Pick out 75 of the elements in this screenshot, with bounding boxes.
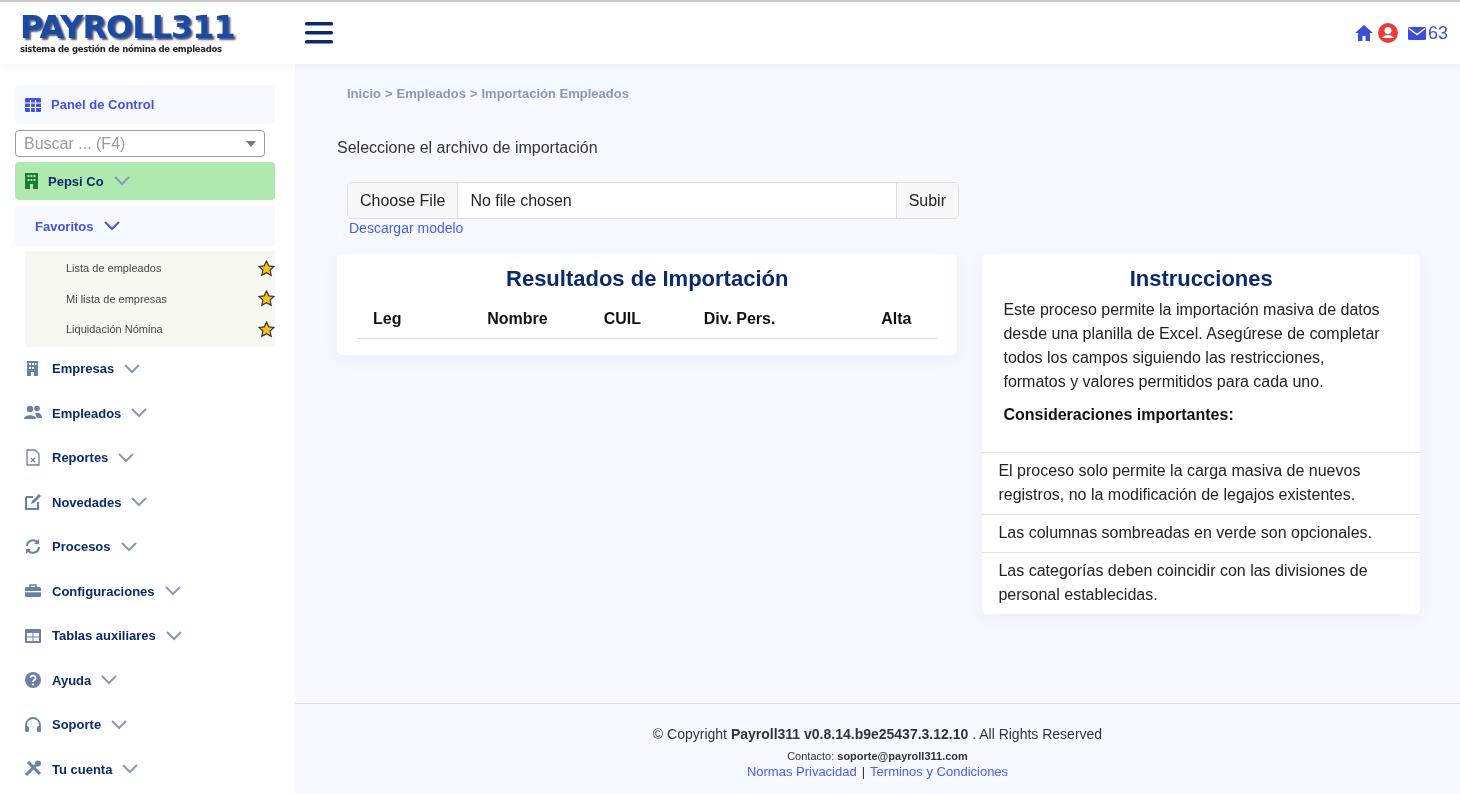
choose-file-button[interactable]: Choose File [348,183,459,218]
search-dropdown[interactable]: Buscar ... (F4) [15,130,265,157]
chevron-down-icon [118,452,135,463]
menu-item[interactable]: Tu cuenta [15,747,275,792]
chevron-down-icon [101,675,118,686]
copyright-text: © Copyright Payroll311 v0.8.14.b9e25437.3.12.10 . All Rights Reserved [652,726,1103,742]
help-icon [24,671,42,690]
spreadsheet-file-icon [24,448,42,467]
chevron-down-icon [131,408,148,419]
considerations-heading: Consideraciones importantes: [1002,406,1235,424]
contact-text: Contacto: soporte@payroll311.com [787,750,968,762]
chevron-down-icon [120,541,137,552]
chevron-down-icon [165,630,182,641]
link-separator: | [861,764,866,779]
tools-icon [24,760,42,779]
building-icon [25,173,38,189]
import-label: Seleccione el archivo de importación [337,139,599,157]
menu-item[interactable]: Novedades [15,480,275,525]
chevron-down-icon [124,363,141,374]
chevron-down-icon [103,221,120,231]
chevron-down-icon [111,719,128,730]
grid-icon [25,97,41,112]
star-icon[interactable] [258,259,275,277]
star-icon[interactable] [258,290,275,308]
favorites-toggle[interactable]: Favoritos [15,206,275,246]
headset-icon [24,715,42,734]
home-icon[interactable] [1353,24,1374,42]
edit-icon [24,493,42,512]
download-template-link[interactable]: Descargar modelo [349,220,464,236]
breadcrumb-separator: > [469,86,478,101]
menu-item[interactable]: Ayuda [15,658,275,703]
favorite-link[interactable]: Liquidación Nómina [66,323,163,336]
dashboard-link[interactable]: Panel de Control [15,85,275,124]
column-header: Leg [357,306,453,339]
user-icon[interactable] [1377,23,1398,43]
menu-item[interactable]: Tablas auxiliares [15,613,275,658]
footer-link[interactable]: Terminos y Condiciones [870,764,1009,779]
menu-item[interactable]: Empresas [15,346,275,391]
file-status: No file chosen [469,190,573,211]
consideration-item: Las categorías deben coincidir con las divisiones de personal establecidas. [982,552,1420,614]
favorite-link[interactable]: Lista de empleados [66,262,162,275]
company-selector[interactable]: Pepsi Co [15,162,275,200]
dropdown-caret-icon [246,140,256,147]
refresh-icon [24,537,42,556]
menu-button[interactable] [305,22,333,44]
column-header: CUIL [582,306,663,339]
menu-item[interactable]: Soporte [15,702,275,747]
mail-icon[interactable] [1407,26,1426,40]
menu-item[interactable]: Empleados [15,391,275,436]
chevron-down-icon [164,586,181,597]
menu-icon [305,22,333,44]
message-count[interactable]: 63 [1427,22,1448,44]
logo-title: PAYROLL311 [20,12,236,42]
consideration-item: Las columnas sombreadas en verde son opcionales. [982,514,1420,552]
table-icon [24,626,42,645]
chevron-down-icon [113,176,130,186]
menu-item[interactable]: Reportes [15,435,275,480]
menu-item[interactable]: Configuraciones [15,569,275,614]
upload-button[interactable]: Subir [895,183,958,218]
column-header: Nombre [452,306,583,339]
chevron-down-icon [122,764,139,775]
menu-item[interactable]: Procesos [15,524,275,569]
consideration-item: El proceso solo permite la carga masiva de nuevos registros, no la modificación de legajos existentes. [982,452,1420,514]
favorite-link[interactable]: Mi lista de empresas [66,292,167,305]
chevron-down-icon [131,497,148,508]
footer-link[interactable]: Normas Privacidad [746,764,857,779]
breadcrumb-separator: > [384,86,393,101]
breadcrumb-item: Importación Empleados [481,86,629,101]
instructions-text: Este proceso permite la importación masiva de datos desde una planilla de Excel. Asegúrese de completar todos los campos siguiendo las restricciones, formatos y valores permitidos para cada uno. [1002,300,1381,392]
column-header: Div. Pers. [662,306,817,339]
results-title: Resultados de Importación [505,266,790,292]
instructions-title: Instrucciones [1128,266,1274,292]
logo-subtitle: sistema de gestión de nómina de empleados [20,44,223,54]
column-header: Alta [816,306,938,339]
star-icon[interactable] [258,320,275,338]
